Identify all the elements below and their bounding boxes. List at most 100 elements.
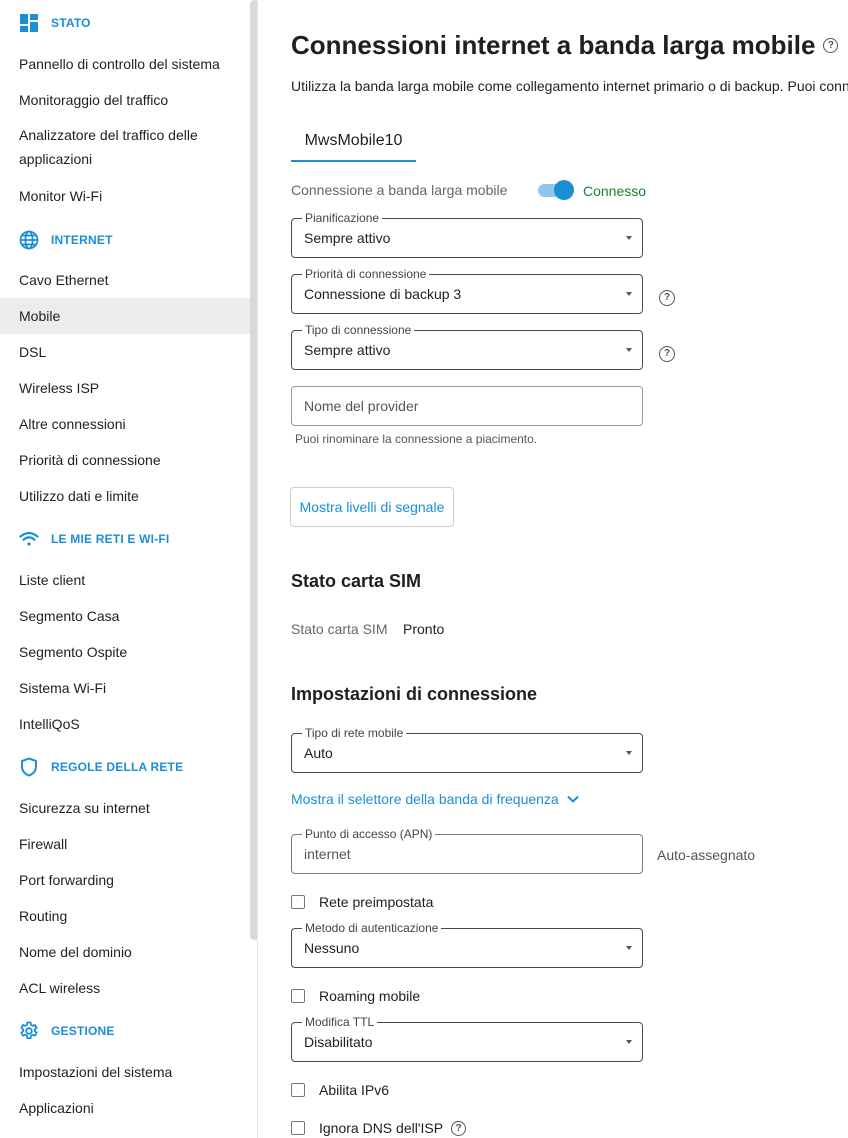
- sidebar-item-mobile[interactable]: Mobile: [0, 298, 250, 334]
- tipo-connessione-select[interactable]: Tipo di connessione Sempre attivo: [291, 323, 643, 370]
- field-label: Modifica TTL: [302, 1015, 378, 1029]
- provider-placeholder: Nome del provider: [304, 398, 419, 414]
- section-reti: LE MIE RETI E WI-FI: [19, 527, 169, 551]
- sidebar-item-wisp[interactable]: Wireless ISP: [0, 370, 250, 406]
- sidebar-item-cavo[interactable]: Cavo Ethernet: [0, 262, 250, 298]
- section-label: LE MIE RETI E WI-FI: [51, 532, 170, 546]
- caret-down-icon: [626, 348, 632, 352]
- rete-mobile-select[interactable]: Tipo di rete mobile Auto: [291, 726, 643, 773]
- sidebar-item-sistema-wifi[interactable]: Sistema Wi-Fi: [0, 670, 250, 706]
- sidebar-item-pannello[interactable]: Pannello di controllo del sistema: [0, 46, 250, 82]
- checkbox-box[interactable]: [291, 895, 305, 909]
- field-value: internet: [304, 846, 351, 862]
- sidebar-item-acl[interactable]: ACL wireless: [0, 970, 250, 1006]
- field-label: Tipo di rete mobile: [302, 726, 407, 740]
- section-regole: REGOLE DELLA RETE: [19, 755, 183, 779]
- sidebar-item-liste[interactable]: Liste client: [0, 562, 250, 598]
- sidebar-item-monitor-wifi[interactable]: Monitor Wi-Fi: [0, 178, 250, 214]
- sidebar-item-label: Nome del dominio: [19, 944, 132, 960]
- page-title: Connessioni internet a banda larga mobil…: [291, 30, 839, 61]
- band-selector-text: Mostra il selettore della banda di frequ…: [291, 791, 559, 807]
- section-stato: STATO: [19, 11, 91, 35]
- sidebar-item-label: Wireless ISP: [19, 380, 100, 396]
- field-label: Priorità di connessione: [302, 267, 430, 281]
- priorita-help-icon[interactable]: ?: [659, 287, 675, 306]
- gear-icon: [19, 1021, 39, 1041]
- sidebar-scrollbar[interactable]: [250, 0, 257, 940]
- sidebar-item-port[interactable]: Port forwarding: [0, 862, 250, 898]
- sidebar-item-monitoraggio[interactable]: Monitoraggio del traffico: [0, 82, 250, 118]
- roaming-checkbox[interactable]: Roaming mobile: [291, 986, 420, 1006]
- help-icon[interactable]: ?: [659, 289, 675, 306]
- sidebar-item-label: Impostazioni del sistema: [19, 1064, 173, 1080]
- chevron-down-icon: [567, 795, 579, 803]
- connection-status: Connesso: [583, 183, 647, 199]
- sidebar-item-label: Monitoraggio del traffico: [19, 92, 169, 108]
- sidebar-item-label: Sistema Wi-Fi: [19, 680, 107, 696]
- checkbox-box[interactable]: [291, 989, 305, 1003]
- sidebar-item-applicazioni[interactable]: Applicazioni: [0, 1090, 250, 1126]
- checkbox-box[interactable]: [291, 1083, 305, 1097]
- caret-down-icon: [626, 751, 632, 755]
- sidebar-item-priorita[interactable]: Priorità di connessione: [0, 442, 250, 478]
- shield-icon: [19, 757, 39, 777]
- band-selector-link[interactable]: Mostra il selettore della banda di frequ…: [291, 791, 579, 807]
- sidebar-item-dsl[interactable]: DSL: [0, 334, 250, 370]
- checkbox-label: Rete preimpostata: [319, 894, 434, 910]
- checkbox-label: Abilita IPv6: [319, 1082, 390, 1098]
- sidebar-item-ospite[interactable]: Segmento Ospite: [0, 634, 250, 670]
- caret-down-icon: [626, 1040, 632, 1044]
- sidebar-item-firewall[interactable]: Firewall: [0, 826, 250, 862]
- sidebar-item-label: Mobile: [19, 308, 61, 324]
- help-icon[interactable]: ?: [823, 38, 839, 53]
- section-label: STATO: [51, 16, 91, 30]
- field-value: Auto: [304, 745, 333, 761]
- tipo-help-icon[interactable]: ?: [659, 343, 675, 362]
- section-label: REGOLE DELLA RETE: [51, 760, 184, 774]
- sidebar-item-label: IntelliQoS: [19, 716, 80, 732]
- auth-select[interactable]: Metodo di autenticazione Nessuno: [291, 921, 643, 968]
- provider-hint: Puoi rinominare la connessione a piacime…: [295, 432, 538, 446]
- provider-input[interactable]: Nome del provider: [291, 386, 643, 426]
- sidebar-item-label: Utilizzo dati e limite: [19, 488, 139, 504]
- priorita-select[interactable]: Priorità di connessione Connessione di b…: [291, 267, 643, 314]
- sidebar-item-sicurezza[interactable]: Sicurezza su internet: [0, 790, 250, 826]
- section-label: INTERNET: [51, 233, 113, 247]
- caret-down-icon: [626, 292, 632, 296]
- section-label: GESTIONE: [51, 1024, 115, 1038]
- tab-mwsmobile10[interactable]: MwsMobile10: [291, 124, 416, 162]
- sidebar-item-label: Segmento Ospite: [19, 644, 128, 660]
- ignore-dns-checkbox[interactable]: Ignora DNS dell'ISP ?: [291, 1118, 467, 1138]
- sidebar-item-label: Port forwarding: [19, 872, 114, 888]
- sidebar-item-utilizzo[interactable]: Utilizzo dati e limite: [0, 478, 250, 514]
- sidebar-item-label: Applicazioni: [19, 1100, 94, 1116]
- sidebar-item-altre[interactable]: Altre connessioni: [0, 406, 250, 442]
- connection-toggle[interactable]: [536, 180, 576, 200]
- connection-label: Connessione a banda larga mobile: [291, 182, 508, 198]
- section-gestione: GESTIONE: [19, 1019, 115, 1043]
- field-label: Punto di accesso (APN): [302, 827, 436, 841]
- sidebar-item-label: Liste client: [19, 572, 86, 588]
- sidebar-item-dominio[interactable]: Nome del dominio: [0, 934, 250, 970]
- show-signal-button[interactable]: Mostra livelli di segnale: [290, 487, 454, 527]
- checkbox-box[interactable]: [291, 1121, 305, 1135]
- sidebar-item-intelliqos[interactable]: IntelliQoS: [0, 706, 250, 742]
- sidebar-item-impostazioni[interactable]: Impostazioni del sistema: [0, 1054, 250, 1090]
- apn-input[interactable]: Punto di accesso (APN) internet: [291, 827, 643, 874]
- field-label: Tipo di connessione: [302, 323, 415, 337]
- checkbox-label: Roaming mobile: [319, 988, 421, 1004]
- sidebar-item-routing[interactable]: Routing: [0, 898, 250, 934]
- wifi-icon: [19, 529, 39, 549]
- settings-heading: Impostazioni di connessione: [291, 684, 538, 704]
- apn-auto-label: Auto-assegnato: [657, 847, 756, 863]
- main-content: Connessioni internet a banda larga mobil…: [259, 0, 848, 1138]
- pianificazione-select[interactable]: Pianificazione Sempre attivo: [291, 211, 643, 258]
- sim-heading: Stato carta SIM: [291, 571, 422, 591]
- help-icon[interactable]: ?: [451, 1120, 467, 1136]
- rete-preimpostata-checkbox[interactable]: Rete preimpostata: [291, 892, 433, 912]
- sidebar-item-analizzatore[interactable]: Analizzatore del traffico delle applicaz…: [0, 123, 250, 171]
- sidebar-item-casa[interactable]: Segmento Casa: [0, 598, 250, 634]
- ipv6-checkbox[interactable]: Abilita IPv6: [291, 1080, 389, 1100]
- ttl-select[interactable]: Modifica TTL Disabilitato: [291, 1015, 643, 1062]
- help-icon[interactable]: ?: [659, 345, 675, 362]
